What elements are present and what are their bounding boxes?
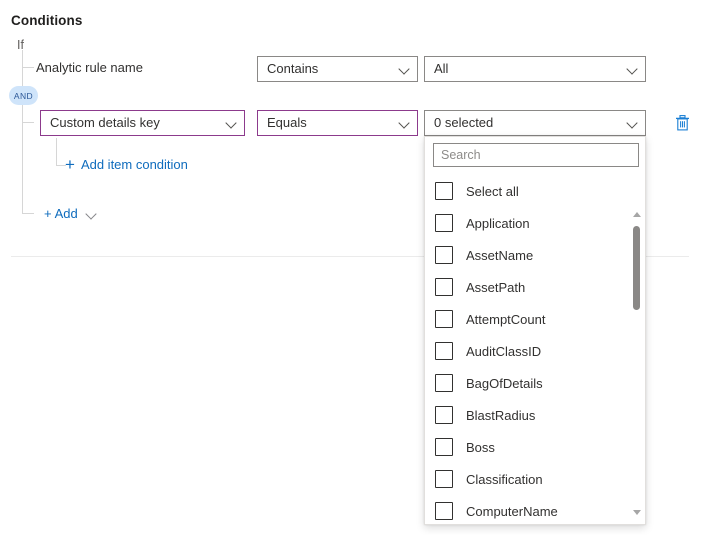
value-dropdown-row2-value: 0 selected (434, 111, 623, 135)
tree-subtrunk-line (56, 138, 57, 165)
list-item[interactable]: AuditClassID (425, 335, 645, 367)
tree-branch-rule-row (22, 67, 34, 68)
chevron-down-icon (399, 117, 411, 129)
list-item[interactable]: BagOfDetails (425, 367, 645, 399)
value-dropdown-row1-value: All (434, 57, 623, 81)
search-input[interactable] (433, 143, 639, 167)
chevron-down-icon (399, 63, 411, 75)
plus-icon: + (65, 158, 75, 171)
trash-icon (675, 115, 690, 131)
checkbox-icon[interactable] (435, 502, 453, 520)
scroll-up-arrow-icon[interactable] (629, 206, 644, 222)
list-item[interactable]: AssetName (425, 239, 645, 271)
value-dropdown-row2[interactable]: 0 selected (424, 110, 646, 136)
list-item[interactable]: Boss (425, 431, 645, 463)
dropdown-option-list[interactable]: Select all Application AssetName AssetPath A… (425, 175, 645, 524)
operator-dropdown-row1-value: Contains (267, 57, 395, 81)
checkbox-icon[interactable] (435, 342, 453, 360)
dropdown-scrollbar[interactable] (629, 175, 644, 524)
value-dropdown-row1[interactable]: All (424, 56, 646, 82)
add-item-condition-button[interactable]: + Add item condition (65, 157, 188, 172)
condition-label-analytic-rule-name: Analytic rule name (36, 60, 143, 75)
list-item-label: BlastRadius (466, 408, 535, 423)
checkbox-icon[interactable] (435, 470, 453, 488)
dropdown-search-wrapper (433, 143, 639, 167)
property-dropdown-row2[interactable]: Custom details key (40, 110, 245, 136)
operator-dropdown-row2-value: Equals (267, 111, 395, 135)
operator-dropdown-row2[interactable]: Equals (257, 110, 418, 136)
chevron-down-icon (627, 63, 639, 75)
list-item-label: Application (466, 216, 530, 231)
checkbox-icon[interactable] (435, 182, 453, 200)
list-item-label: ComputerName (466, 504, 558, 519)
list-item[interactable]: ComputerName (425, 495, 645, 524)
list-item-label: AttemptCount (466, 312, 546, 327)
tree-branch-add-row (22, 213, 34, 214)
chevron-down-icon[interactable] (86, 208, 98, 220)
checkbox-icon[interactable] (435, 214, 453, 232)
list-item-label: Select all (466, 184, 519, 199)
property-dropdown-row2-value: Custom details key (50, 111, 222, 135)
checkbox-icon[interactable] (435, 438, 453, 456)
list-item[interactable]: Classification (425, 463, 645, 495)
list-item[interactable]: Application (425, 207, 645, 239)
tree-branch-custom-row (22, 122, 34, 123)
plus-icon: + (44, 206, 52, 221)
delete-condition-button[interactable] (671, 112, 693, 134)
list-item-label: Classification (466, 472, 543, 487)
list-item-label: Boss (466, 440, 495, 455)
scroll-down-arrow-icon[interactable] (629, 504, 644, 520)
chevron-down-icon (226, 117, 238, 129)
list-item[interactable]: AssetPath (425, 271, 645, 303)
list-item[interactable]: Select all (425, 175, 645, 207)
checkbox-icon[interactable] (435, 374, 453, 392)
checkbox-icon[interactable] (435, 246, 453, 264)
operator-dropdown-row1[interactable]: Contains (257, 56, 418, 82)
checkbox-icon[interactable] (435, 406, 453, 424)
triangle-up-icon (633, 212, 641, 217)
add-item-condition-label: Add item condition (81, 157, 188, 172)
checkbox-icon[interactable] (435, 278, 453, 296)
page-title: Conditions (11, 13, 83, 28)
list-item[interactable]: AttemptCount (425, 303, 645, 335)
list-item[interactable]: BlastRadius (425, 399, 645, 431)
list-item-label: AssetPath (466, 280, 525, 295)
tree-trunk-line (22, 50, 23, 213)
checkbox-icon[interactable] (435, 310, 453, 328)
add-condition-group-button[interactable]: + Add (44, 206, 98, 221)
and-operator-badge[interactable]: AND (9, 86, 38, 105)
list-item-label: AssetName (466, 248, 533, 263)
multiselect-dropdown-panel: Select all Application AssetName AssetPath A… (424, 136, 646, 525)
scrollbar-thumb[interactable] (633, 226, 640, 310)
chevron-down-icon (627, 117, 639, 129)
add-group-label: Add (55, 206, 78, 221)
list-item-label: AuditClassID (466, 344, 541, 359)
triangle-down-icon (633, 510, 641, 515)
list-item-label: BagOfDetails (466, 376, 543, 391)
